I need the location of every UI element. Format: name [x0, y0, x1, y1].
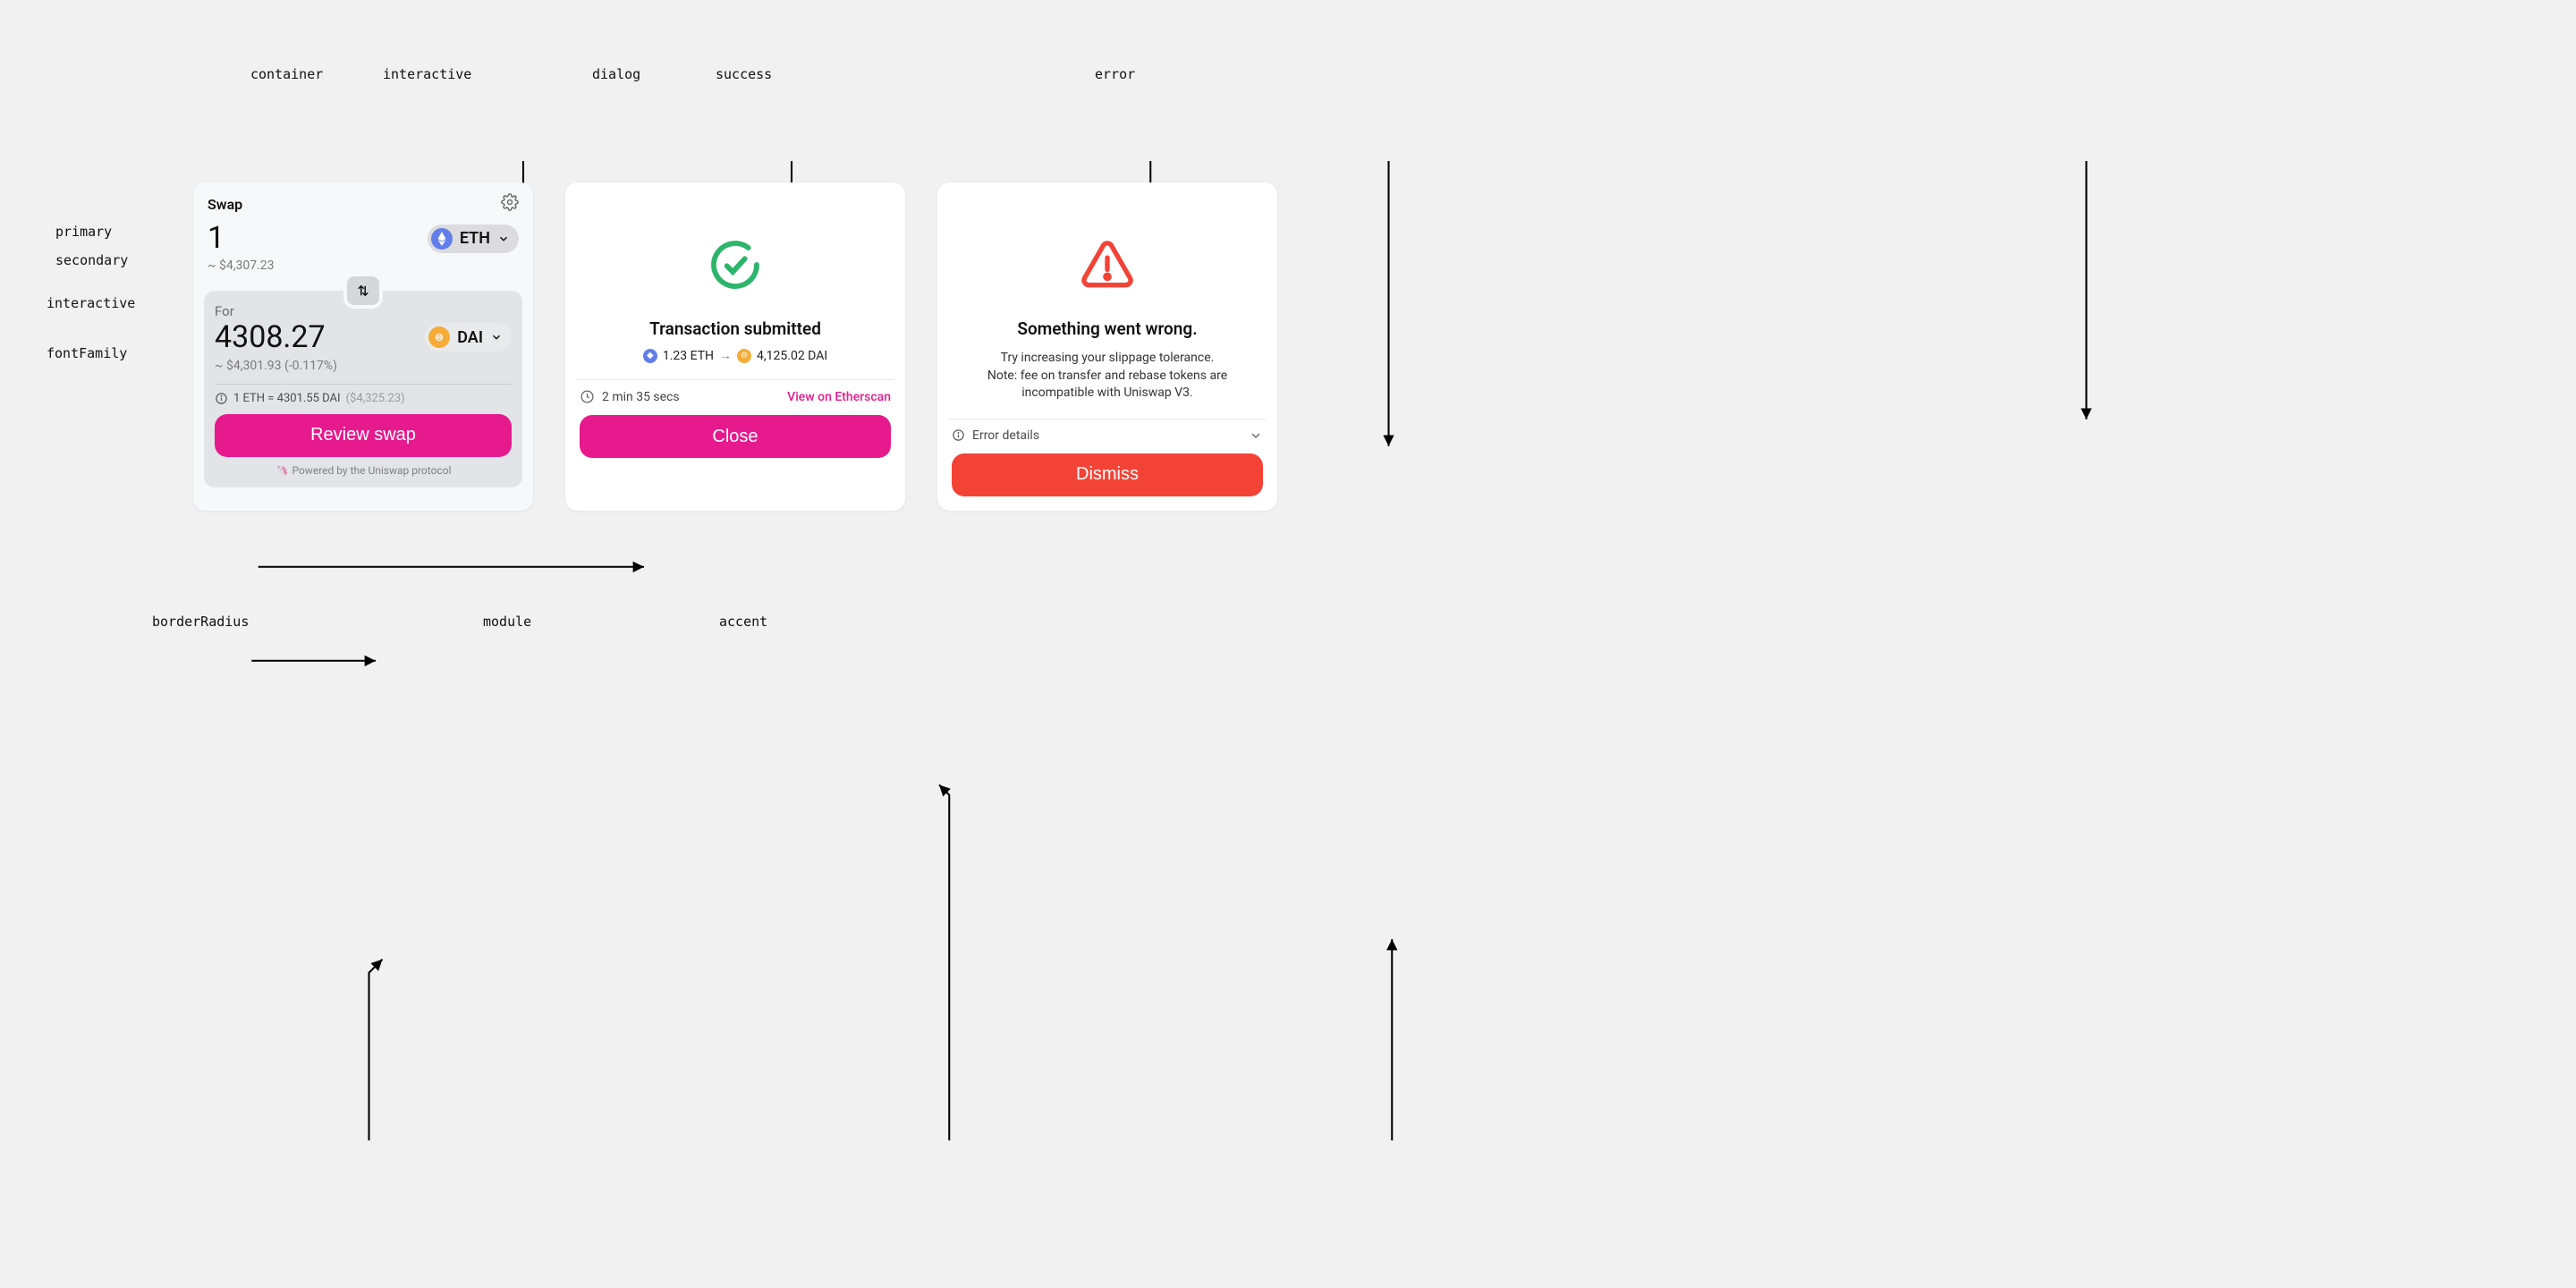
error-body-1: Try increasing your slippage tolerance. — [987, 350, 1227, 368]
dai-icon: ⊜ — [737, 349, 751, 363]
rate-row: 1 ETH = 4301.55 DAI ($4,325.23) — [215, 392, 512, 405]
annot-error: error — [1095, 66, 1135, 82]
alert-triangle-icon — [1079, 236, 1136, 293]
chevron-down-icon — [490, 331, 503, 343]
check-circle-icon — [707, 236, 764, 293]
annot-dialog: dialog — [592, 66, 640, 82]
error-title: Something went wrong. — [1017, 318, 1197, 339]
close-button[interactable]: Close — [580, 415, 891, 458]
annot-module: module — [483, 614, 531, 630]
dismiss-button[interactable]: Dismiss — [952, 453, 1263, 496]
error-body-3: incompatible with Uniswap V3. — [987, 385, 1227, 402]
eth-icon: ◆ — [643, 349, 657, 363]
to-token-symbol: DAI — [457, 328, 483, 347]
swap-title: Swap — [208, 196, 242, 213]
annot-accent: accent — [719, 614, 767, 630]
divider — [215, 384, 512, 385]
annot-interactive-left: interactive — [47, 295, 135, 311]
success-dialog: Transaction submitted ◆ 1.23 ETH → ⊜ 4,1… — [565, 182, 905, 511]
success-to-amt: 4,125.02 DAI — [757, 349, 827, 363]
divider — [576, 379, 894, 380]
annot-primary: primary — [55, 224, 112, 240]
to-amount[interactable]: 4308.27 — [215, 321, 326, 354]
error-details-toggle[interactable]: Error details — [952, 428, 1263, 443]
dai-icon — [428, 326, 450, 348]
rate-text: 1 ETH = 4301.55 DAI — [233, 392, 341, 405]
swap-arrows-icon — [355, 283, 371, 299]
chevron-down-icon — [497, 233, 510, 245]
from-amount[interactable]: 1 — [208, 222, 225, 255]
eth-icon — [431, 228, 453, 250]
info-icon — [215, 392, 228, 405]
powered-by: 🦄Powered by the Uniswap protocol — [215, 464, 512, 477]
arrow-right-icon: → — [719, 348, 732, 363]
from-token-selector[interactable]: ETH — [428, 225, 519, 253]
clock-icon — [580, 389, 595, 404]
chevron-down-icon — [1249, 428, 1263, 443]
from-usd: ~ $4,307.23 — [208, 258, 519, 273]
annot-borderradius: borderRadius — [152, 614, 249, 630]
to-token-selector[interactable]: DAI — [425, 323, 512, 352]
info-icon — [952, 428, 965, 442]
uniswap-logo-icon: 🦄 — [275, 464, 289, 477]
annot-interactive-top: interactive — [383, 66, 471, 82]
review-swap-button[interactable]: Review swap — [215, 414, 512, 457]
success-from-amt: 1.23 ETH — [663, 349, 714, 363]
from-token-symbol: ETH — [460, 229, 490, 248]
rate-usd: ($4,325.23) — [346, 392, 405, 405]
annot-container: container — [250, 66, 323, 82]
annot-secondary: secondary — [55, 252, 128, 268]
success-title: Transaction submitted — [649, 318, 821, 339]
to-usd: ~ $4,301.93 (-0.117%) — [215, 359, 512, 373]
error-body-2: Note: fee on transfer and rebase tokens … — [987, 368, 1227, 386]
annot-fontfamily: fontFamily — [47, 345, 127, 361]
gear-icon[interactable] — [501, 193, 519, 215]
annot-success: success — [716, 66, 772, 82]
duration-text: 2 min 35 secs — [602, 390, 680, 404]
error-dialog: Something went wrong. Try increasing you… — [937, 182, 1277, 511]
swap-container: Swap 1 ETH — [193, 182, 533, 511]
from-module: 1 ETH ~ $4,307.23 — [204, 222, 522, 278]
to-module: For 4308.27 DAI ~ $4,301.93 (-0.117%) — [204, 291, 522, 487]
etherscan-link[interactable]: View on Etherscan — [787, 390, 891, 404]
swap-direction-button[interactable] — [343, 273, 383, 309]
error-details-label: Error details — [972, 428, 1039, 443]
